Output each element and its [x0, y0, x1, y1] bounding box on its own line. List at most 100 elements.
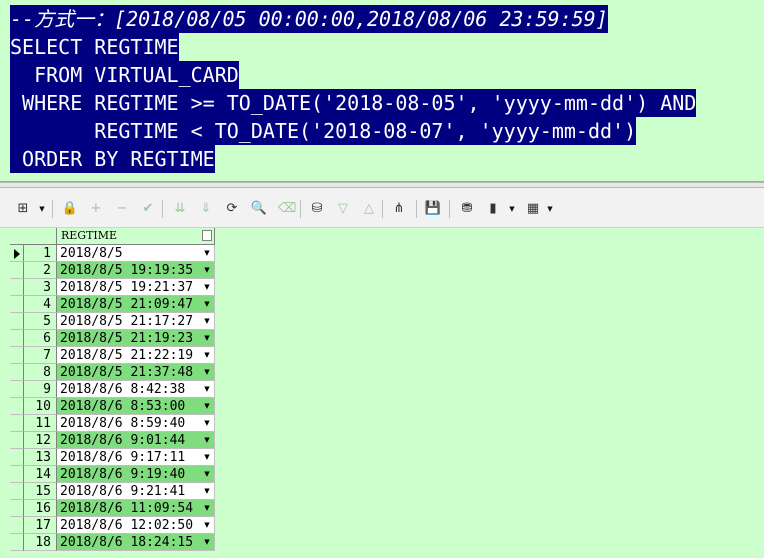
- regtime-cell[interactable]: 2018/8/6 9:17:11 ▼: [57, 449, 215, 466]
- cell-dropdown-icon[interactable]: ▼: [202, 333, 212, 343]
- table-row[interactable]: 14 2018/8/6 9:19:40 ▼: [10, 466, 218, 483]
- table-dropdown-icon[interactable]: ▼: [546, 200, 554, 218]
- fetch-last-page-icon[interactable]: ⇓: [197, 200, 215, 218]
- cell-dropdown-icon[interactable]: ▼: [202, 486, 212, 496]
- cell-dropdown-icon[interactable]: ▼: [202, 265, 212, 275]
- row-number[interactable]: 6: [24, 330, 57, 347]
- row-number[interactable]: 4: [24, 296, 57, 313]
- row-number[interactable]: 3: [24, 279, 57, 296]
- fetch-next-page-icon[interactable]: ⇊: [171, 200, 189, 218]
- table-row[interactable]: 12 2018/8/6 9:01:44 ▼: [10, 432, 218, 449]
- regtime-cell[interactable]: 2018/8/6 18:24:15 ▼: [57, 534, 215, 551]
- row-number[interactable]: 18: [24, 534, 57, 551]
- row-number[interactable]: 1: [24, 245, 57, 262]
- cell-dropdown-icon[interactable]: ▼: [202, 435, 212, 445]
- regtime-cell[interactable]: 2018/8/5 19:19:35 ▼: [57, 262, 215, 279]
- regtime-cell[interactable]: 2018/8/6 12:02:50 ▼: [57, 517, 215, 534]
- regtime-cell[interactable]: 2018/8/5 21:37:48 ▼: [57, 364, 215, 381]
- cell-dropdown-icon[interactable]: ▼: [202, 299, 212, 309]
- sql-editor[interactable]: --方式一：[2018/08/05 00:00:00,2018/08/06 23…: [0, 0, 764, 182]
- lock-icon[interactable]: 🔒: [61, 200, 79, 218]
- table-row[interactable]: 16 2018/8/6 11:09:54 ▼: [10, 500, 218, 517]
- explain-plan-icon[interactable]: ⋔: [390, 200, 408, 218]
- chart-dropdown-icon[interactable]: ▼: [508, 200, 516, 218]
- table-row[interactable]: 9 2018/8/6 8:42:38 ▼: [10, 381, 218, 398]
- row-indicator[interactable]: [10, 313, 24, 330]
- row-indicator[interactable]: [10, 279, 24, 296]
- row-indicator[interactable]: [10, 364, 24, 381]
- row-number[interactable]: 2: [24, 262, 57, 279]
- column-menu-icon[interactable]: [202, 230, 212, 241]
- cell-dropdown-icon[interactable]: ▼: [202, 537, 212, 547]
- regtime-cell[interactable]: 2018/8/5 21:22:19 ▼: [57, 347, 215, 364]
- regtime-cell[interactable]: 2018/8/6 8:42:38 ▼: [57, 381, 215, 398]
- row-indicator[interactable]: [10, 449, 24, 466]
- regtime-cell[interactable]: 2018/8/6 8:59:40 ▼: [57, 415, 215, 432]
- regtime-cell[interactable]: 2018/8/6 9:21:41 ▼: [57, 483, 215, 500]
- row-indicator[interactable]: [10, 245, 24, 262]
- cell-dropdown-icon[interactable]: ▼: [202, 418, 212, 428]
- post-changes-icon[interactable]: ✔: [139, 200, 157, 218]
- row-indicator[interactable]: [10, 432, 24, 449]
- regtime-cell[interactable]: 2018/8/5 21:19:23 ▼: [57, 330, 215, 347]
- grid-view-icon[interactable]: ⊞: [14, 200, 32, 218]
- regtime-cell[interactable]: 2018/8/5 21:17:27 ▼: [57, 313, 215, 330]
- row-number[interactable]: 12: [24, 432, 57, 449]
- row-number[interactable]: 16: [24, 500, 57, 517]
- table-row[interactable]: 17 2018/8/6 12:02:50 ▼: [10, 517, 218, 534]
- row-number[interactable]: 8: [24, 364, 57, 381]
- cell-dropdown-icon[interactable]: ▼: [202, 520, 212, 530]
- add-record-icon[interactable]: +: [87, 200, 105, 218]
- row-indicator[interactable]: [10, 483, 24, 500]
- row-indicator[interactable]: [10, 500, 24, 517]
- row-number[interactable]: 7: [24, 347, 57, 364]
- row-number[interactable]: 14: [24, 466, 57, 483]
- grid-view-dropdown-icon[interactable]: ▼: [38, 200, 46, 218]
- regtime-cell[interactable]: 2018/8/5 ▼: [57, 245, 215, 262]
- cell-dropdown-icon[interactable]: ▼: [202, 367, 212, 377]
- table-row[interactable]: 8 2018/8/5 21:37:48 ▼: [10, 364, 218, 381]
- row-number[interactable]: 9: [24, 381, 57, 398]
- next-record-icon[interactable]: △: [360, 200, 378, 218]
- table-row[interactable]: 6 2018/8/5 21:19:23 ▼: [10, 330, 218, 347]
- row-indicator[interactable]: [10, 466, 24, 483]
- table-row[interactable]: 3 2018/8/5 19:21:37 ▼: [10, 279, 218, 296]
- column-header-regtime[interactable]: REGTIME: [57, 228, 215, 245]
- table-row[interactable]: 15 2018/8/6 9:21:41 ▼: [10, 483, 218, 500]
- table-row[interactable]: 5 2018/8/5 21:17:27 ▼: [10, 313, 218, 330]
- table-row[interactable]: 10 2018/8/6 8:53:00 ▼: [10, 398, 218, 415]
- table-row[interactable]: 2 2018/8/5 19:19:35 ▼: [10, 262, 218, 279]
- cell-dropdown-icon[interactable]: ▼: [202, 401, 212, 411]
- regtime-cell[interactable]: 2018/8/6 9:19:40 ▼: [57, 466, 215, 483]
- row-number[interactable]: 11: [24, 415, 57, 432]
- row-indicator[interactable]: [10, 381, 24, 398]
- cell-dropdown-icon[interactable]: ▼: [202, 452, 212, 462]
- refresh-icon[interactable]: ⟳: [223, 200, 241, 218]
- regtime-cell[interactable]: 2018/8/6 8:53:00 ▼: [57, 398, 215, 415]
- cell-dropdown-icon[interactable]: ▼: [202, 350, 212, 360]
- cell-dropdown-icon[interactable]: ▼: [202, 469, 212, 479]
- row-indicator[interactable]: [10, 415, 24, 432]
- row-indicator[interactable]: [10, 534, 24, 551]
- table-row[interactable]: 1 2018/8/5 ▼: [10, 245, 218, 262]
- cell-dropdown-icon[interactable]: ▼: [202, 503, 212, 513]
- export-icon[interactable]: ⛃: [458, 200, 476, 218]
- find-icon[interactable]: 🔍: [250, 200, 268, 218]
- table-row[interactable]: 13 2018/8/6 9:17:11 ▼: [10, 449, 218, 466]
- row-indicator[interactable]: [10, 262, 24, 279]
- regtime-cell[interactable]: 2018/8/5 21:09:47 ▼: [57, 296, 215, 313]
- save-icon[interactable]: 💾: [424, 200, 442, 218]
- table-row[interactable]: 7 2018/8/5 21:22:19 ▼: [10, 347, 218, 364]
- row-number[interactable]: 17: [24, 517, 57, 534]
- cell-dropdown-icon[interactable]: ▼: [202, 316, 212, 326]
- row-indicator[interactable]: [10, 296, 24, 313]
- row-indicator[interactable]: [10, 347, 24, 364]
- table-row[interactable]: 18 2018/8/6 18:24:15 ▼: [10, 534, 218, 551]
- delete-record-icon[interactable]: −: [113, 200, 131, 218]
- previous-record-icon[interactable]: ▽: [334, 200, 352, 218]
- regtime-cell[interactable]: 2018/8/6 9:01:44 ▼: [57, 432, 215, 449]
- table-row[interactable]: 4 2018/8/5 21:09:47 ▼: [10, 296, 218, 313]
- table-row[interactable]: 11 2018/8/6 8:59:40 ▼: [10, 415, 218, 432]
- row-number[interactable]: 15: [24, 483, 57, 500]
- cell-dropdown-icon[interactable]: ▼: [202, 248, 212, 258]
